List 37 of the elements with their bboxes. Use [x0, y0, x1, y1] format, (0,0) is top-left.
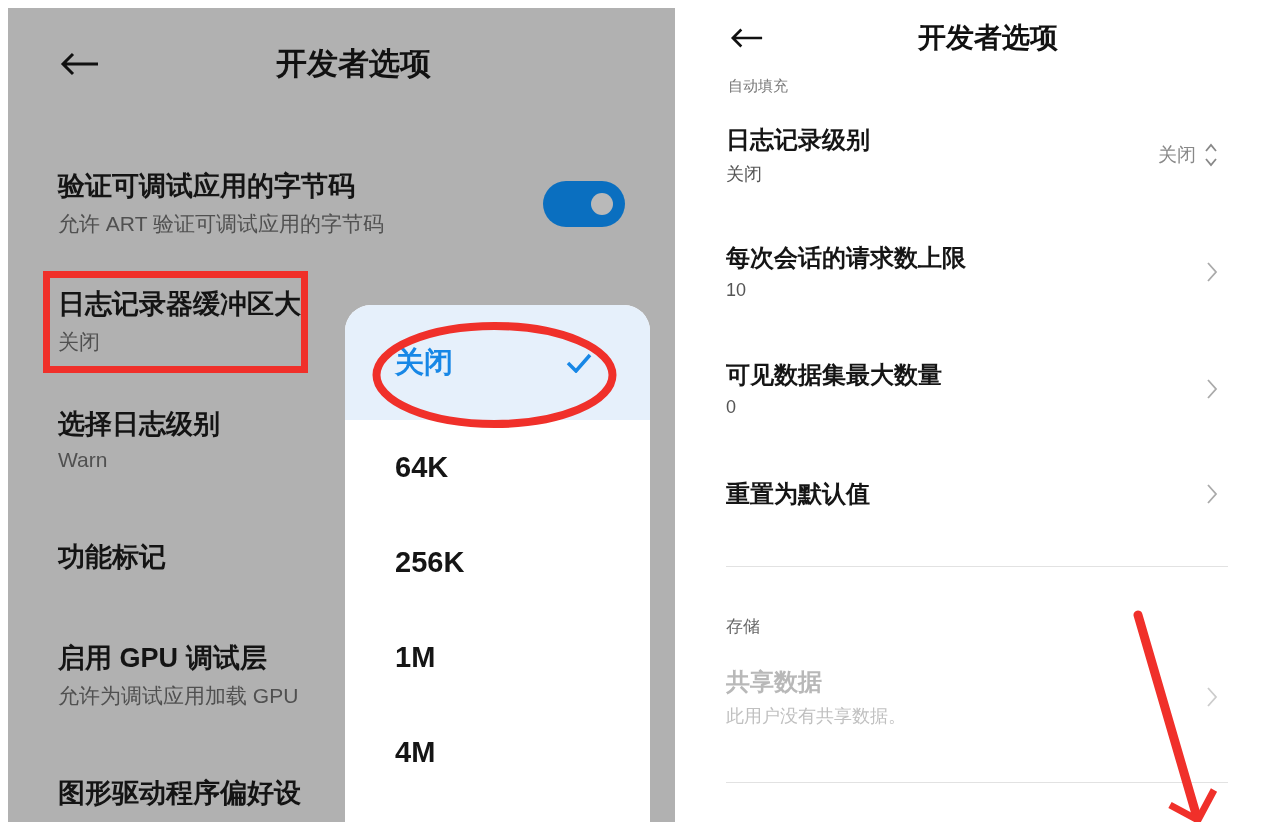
setting-title[interactable]: 验证可调试应用的字节码 [58, 168, 384, 204]
up-down-chevron-icon [1204, 141, 1218, 168]
setting-subtitle: 关闭 [58, 329, 101, 355]
setting-subtitle: 关闭 [726, 162, 763, 186]
setting-subtitle: Warn [58, 448, 109, 472]
section-header: 存储 [726, 617, 760, 636]
setting-title[interactable]: 功能标记 [58, 539, 166, 575]
back-arrow-icon[interactable] [60, 52, 100, 76]
setting-subtitle: 0 [726, 397, 737, 418]
setting-title[interactable]: 启用 GPU 调试层 [58, 640, 299, 676]
screen-title: 开发者选项 [918, 21, 1058, 55]
menu-option[interactable]: 4M [345, 705, 650, 800]
menu-option[interactable]: 64K [345, 420, 650, 515]
section-header: 自动填充 [728, 77, 788, 94]
toggle-switch[interactable] [543, 181, 625, 227]
back-arrow-icon[interactable] [730, 27, 764, 49]
setting-title[interactable]: 选择日志级别 [58, 406, 220, 442]
setting-title: 每次会话的请求数上限 [726, 243, 967, 273]
screen-title: 开发者选项 [276, 45, 431, 83]
setting-subtitle: 允许为调试应用加载 GPU [58, 683, 299, 709]
chevron-right-icon [1206, 482, 1218, 505]
check-icon [566, 352, 592, 373]
setting-subtitle: 允许 ART 验证可调试应用的字节码 [58, 211, 384, 237]
setting-title: 可见数据集最大数量 [726, 360, 943, 390]
setting-subtitle: 此用户没有共享数据。 [726, 705, 907, 728]
setting-title: 共享数据 [726, 667, 823, 697]
setting-subtitle: 10 [726, 280, 748, 301]
setting-title: 日志记录级别 [726, 124, 871, 155]
setting-title: 重置为默认值 [726, 478, 871, 509]
setting-value: 关闭 [1158, 142, 1196, 167]
chevron-right-icon [1206, 377, 1218, 400]
setting-title[interactable]: 日志记录器缓冲区大 [58, 286, 301, 322]
menu-option[interactable]: 1M [345, 610, 650, 705]
chevron-right-icon [1206, 260, 1218, 283]
chevron-right-icon [1206, 686, 1218, 708]
menu-option[interactable]: 256K [345, 515, 650, 610]
setting-title[interactable]: 图形驱动程序偏好设 [58, 775, 301, 811]
